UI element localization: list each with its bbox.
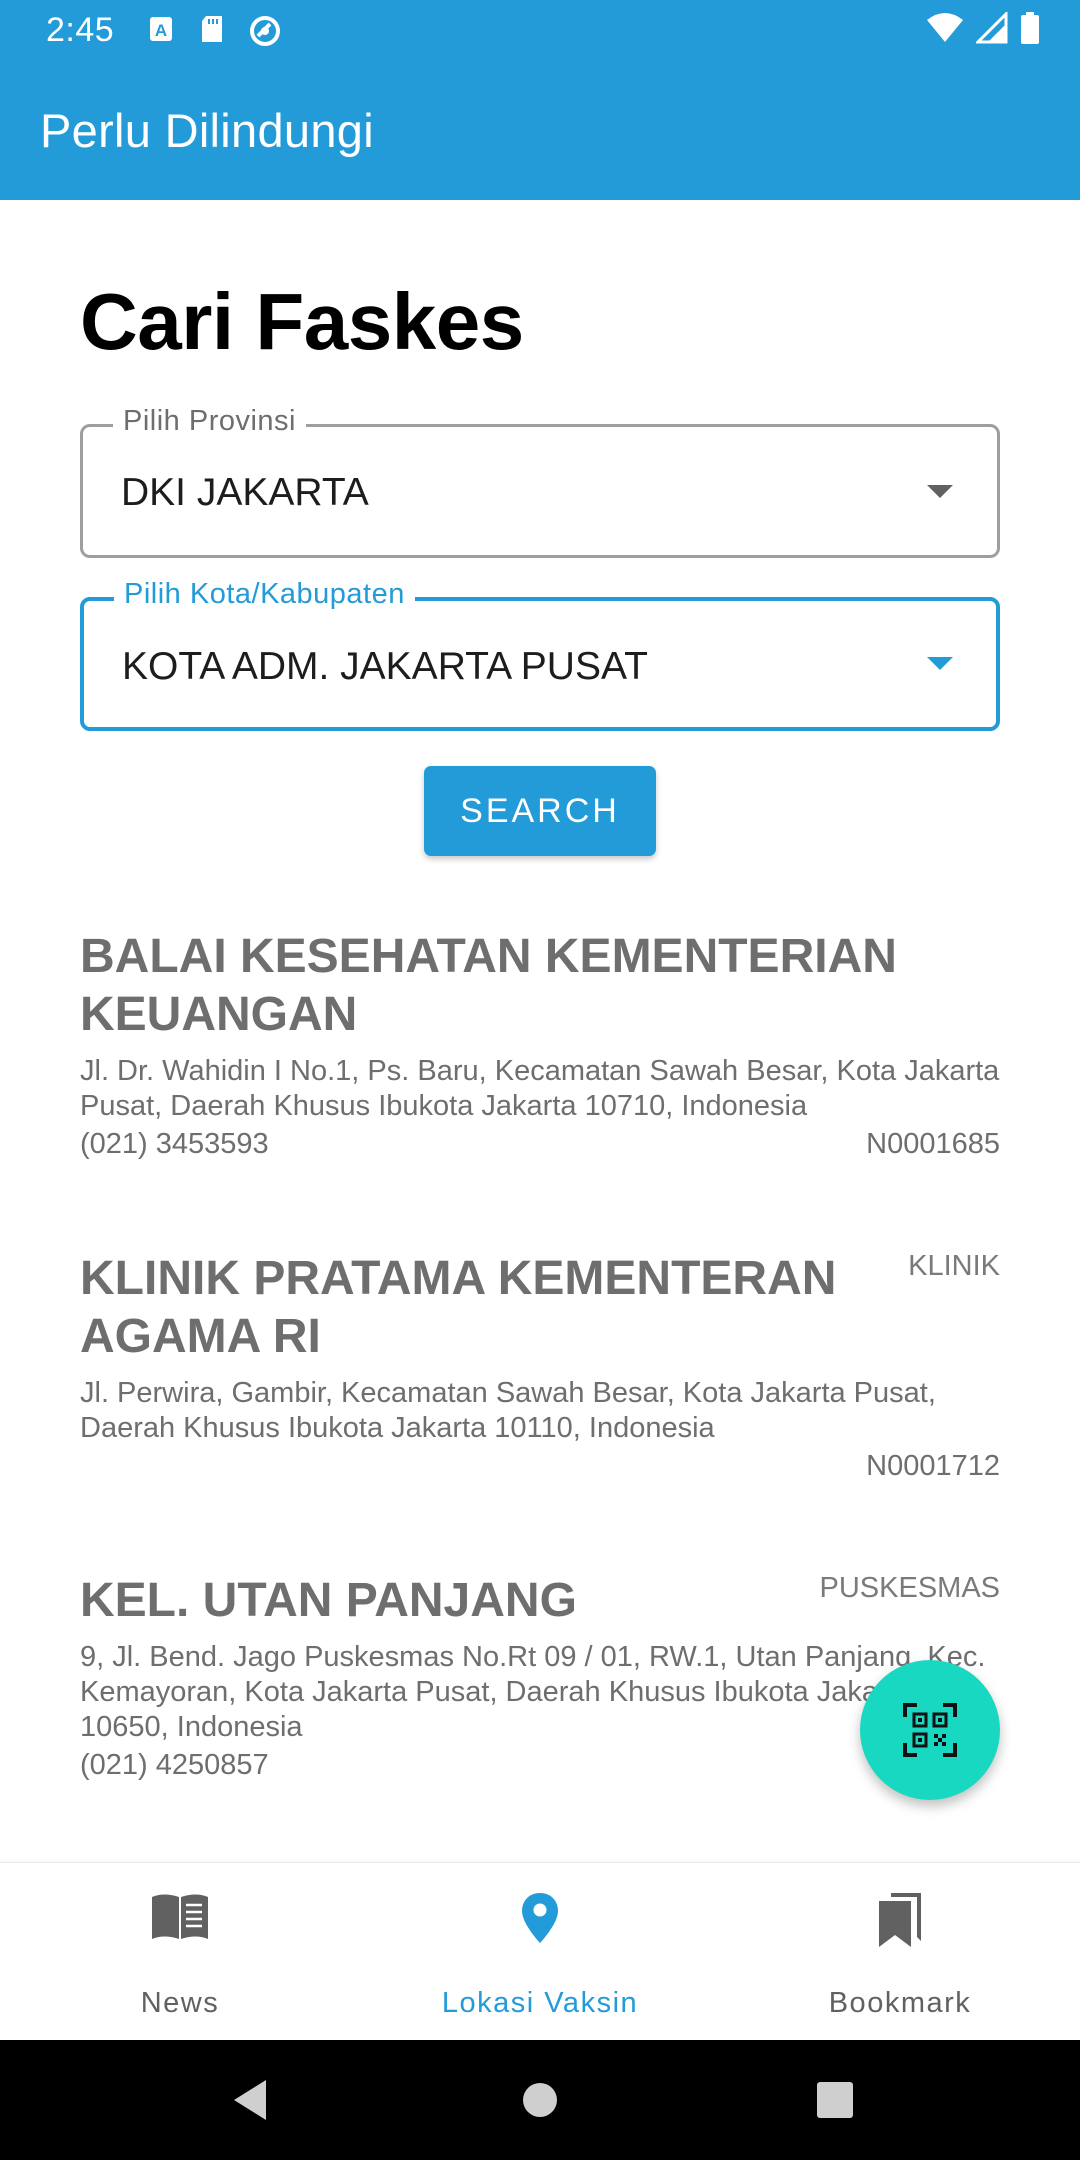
facility-phone: (021) 4250857 [80,1749,269,1781]
recents-square-icon [817,2082,853,2118]
page-title: Cari Faskes [80,277,524,366]
facility-list-item[interactable]: KLINIK KLINIK PRATAMA KEMENTERAN AGAMA R… [80,1250,1000,1490]
app-title: Perlu Dilindungi [40,104,374,157]
book-icon [152,1894,208,1939]
qr-code-scan-icon [903,1703,957,1757]
dropdown-arrow-icon[interactable] [927,657,953,670]
svg-text:A: A [155,21,167,40]
nav-label: Lokasi Vaksin [441,1987,639,2019]
facility-list-item[interactable]: BALAI KESEHATAN KEMENTERIAN KEUANGAN Jl.… [80,928,1000,1168]
app-bar: Perlu Dilindungi [0,61,1080,200]
nav-item-news[interactable]: News [0,1863,360,2041]
wifi-icon [927,13,963,42]
system-home-button[interactable] [500,2040,580,2160]
facility-address: Jl. Perwira, Gambir, Kecamatan Sawah Bes… [80,1377,936,1444]
city-dropdown-label: Pilih Kota/Kabupaten [114,578,415,611]
system-navigation-bar [0,2040,1080,2160]
city-dropdown-value: KOTA ADM. JAKARTA PUSAT [122,645,648,688]
sync-circle-icon [250,16,280,46]
home-circle-icon [523,2083,557,2117]
facility-type: PUSKESMAS [819,1572,1001,1604]
facility-code: N0001712 [866,1450,1000,1482]
back-triangle-icon [234,2080,266,2120]
facility-type: KLINIK [908,1250,1000,1282]
qr-scan-fab-button[interactable] [860,1660,1000,1800]
location-pin-icon [522,1893,558,1943]
facility-footer: N0001712 [80,1450,1000,1490]
facility-footer: (021) 4250857 [80,1749,1000,1789]
dropdown-arrow-icon[interactable] [927,485,953,498]
status-time: 2:45 [46,11,115,49]
city-dropdown[interactable]: Pilih Kota/Kabupaten KOTA ADM. JAKARTA P… [80,578,1000,731]
facility-footer: (021) 3453593 N0001685 [80,1128,1000,1168]
status-left-icons: A [148,14,282,48]
nav-label: News [140,1987,220,2019]
facility-code: N0001685 [866,1128,1000,1160]
facility-phone: (021) 3453593 [80,1128,269,1160]
status-right-icons [926,12,1040,44]
sd-card-icon [202,16,222,42]
bottom-navigation: News Lokasi Vaksin Bookmark [0,1862,1080,2040]
nav-item-lokasi-vaksin[interactable]: Lokasi Vaksin [360,1863,720,2041]
province-dropdown[interactable]: Pilih Provinsi DKI JAKARTA [80,405,1000,558]
bookmark-stack-icon [879,1893,921,1947]
facility-list-item[interactable]: PUSKESMAS KEL. UTAN PANJANG 9, Jl. Bend.… [80,1572,1000,1789]
province-dropdown-label: Pilih Provinsi [113,405,306,438]
signal-icon [976,12,1008,44]
search-button[interactable]: SEARCH [424,766,656,856]
status-bar: 2:45 A [0,0,1080,61]
system-recents-button[interactable] [795,2040,875,2160]
facility-name: KLINIK PRATAMA KEMENTERAN AGAMA RI [80,1252,837,1363]
facility-name: KEL. UTAN PANJANG [80,1574,577,1627]
battery-icon [1021,12,1039,44]
nav-label: Bookmark [828,1987,972,2019]
a-square-icon: A [150,17,172,41]
nav-item-bookmark[interactable]: Bookmark [720,1863,1080,2041]
facility-address: Jl. Dr. Wahidin I No.1, Ps. Baru, Kecama… [80,1055,1000,1122]
system-back-button[interactable] [210,2040,290,2160]
facility-name: BALAI KESEHATAN KEMENTERIAN KEUANGAN [80,930,897,1041]
province-dropdown-value: DKI JAKARTA [121,471,369,514]
